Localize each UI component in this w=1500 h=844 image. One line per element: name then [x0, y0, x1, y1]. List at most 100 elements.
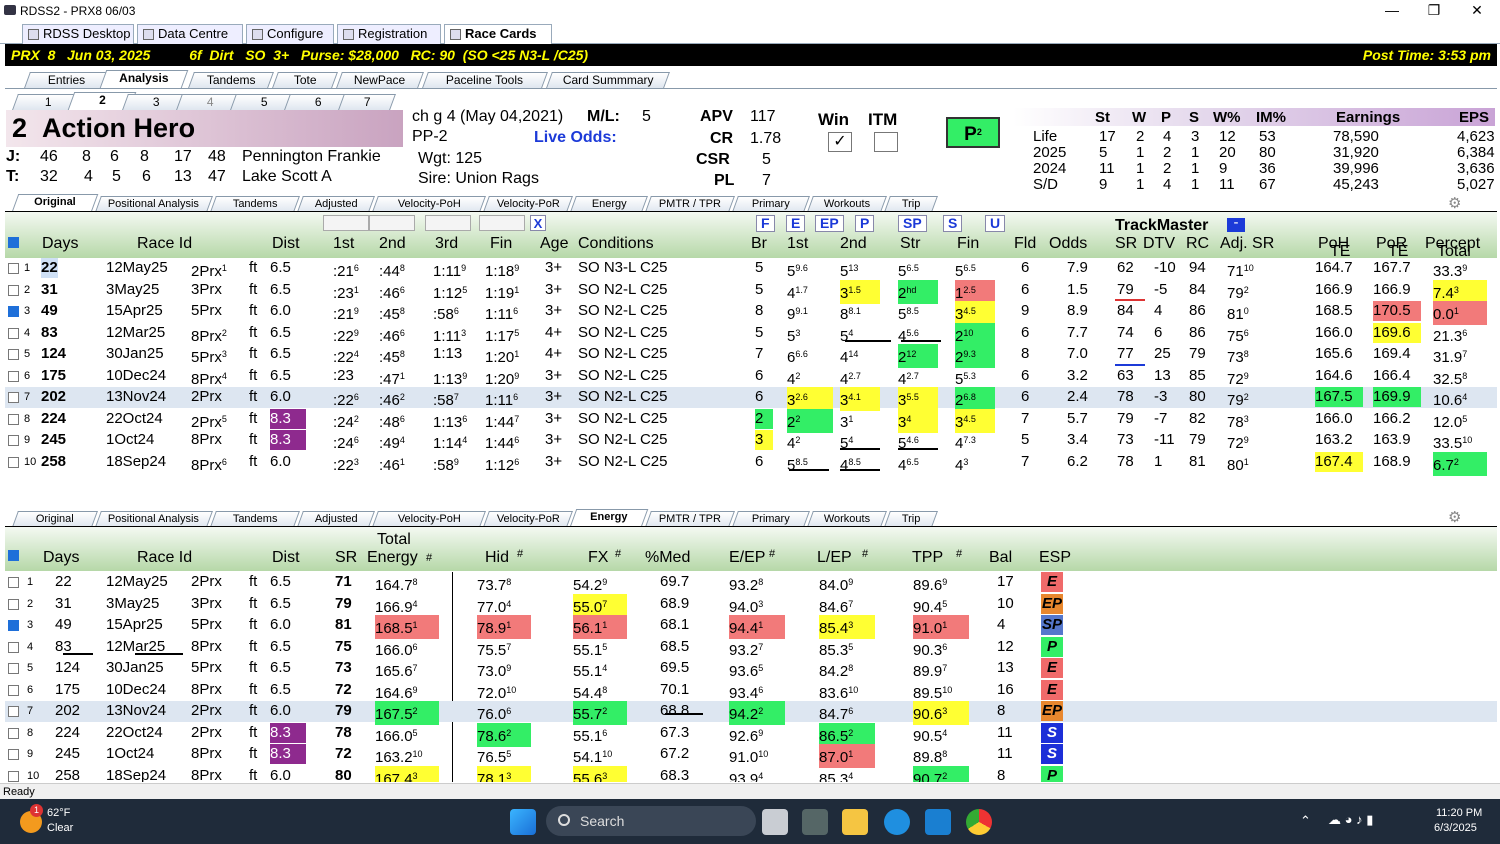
tab-adjusted[interactable]: Adjusted: [297, 511, 375, 527]
table-row[interactable]: 6 175 10Dec24 8Prx4 ft 6.5:23:471 1:139 1:209 3+…: [5, 366, 1497, 388]
table-row[interactable]: 10 258 18Sep24 8Prx6 ft 6.0:223:461:589 1:126 3…: [5, 451, 1497, 476]
table-row[interactable]: 3 49 15Apr25 5Prx ft 6.0 81 168.51 78.91 56.11 68.…: [5, 615, 1497, 639]
column-header-fx[interactable]: FX: [588, 548, 608, 568]
column-header-dist[interactable]: Dist: [272, 234, 300, 254]
tab-tandems[interactable]: Tandems: [210, 196, 300, 212]
close-icon[interactable]: ✕: [1455, 0, 1499, 22]
settings-gear-icon[interactable]: ⚙: [1448, 194, 1461, 212]
tab-newpace[interactable]: NewPace: [336, 72, 424, 88]
table-row[interactable]: 9 245 1Oct24 8Prx ft 8.3 72 163.210 76.55 54.110 6…: [5, 744, 1497, 768]
tab-tote[interactable]: Tote: [272, 72, 338, 88]
tab-registration[interactable]: Registration: [337, 24, 441, 44]
column-header-sr[interactable]: SR: [335, 548, 357, 568]
column-header-dtv[interactable]: DTV: [1143, 234, 1175, 254]
table-row[interactable]: 8 224 22Oct24 2Prx5 ft 8.3:242:486 1:136 1:447 3…: [5, 408, 1497, 433]
row-checkbox[interactable]: [8, 370, 19, 382]
column-header-rc[interactable]: RC: [1186, 234, 1209, 254]
table-row[interactable]: 7 202 13Nov24 2Prx ft 6.0:226:462:587 1:116 3+ S…: [5, 387, 1497, 411]
tab-original[interactable]: Original: [11, 194, 99, 212]
minimize-icon[interactable]: —: [1370, 0, 1414, 22]
tab-tandems[interactable]: Tandems: [188, 72, 274, 88]
row-checkbox[interactable]: [8, 727, 19, 739]
column-header-energy[interactable]: Energy: [367, 548, 418, 568]
win-checkbox[interactable]: ✓: [828, 132, 852, 152]
tab-workouts[interactable]: Workouts: [807, 196, 887, 212]
tab-workouts[interactable]: Workouts: [807, 511, 887, 527]
tab-adjusted[interactable]: Adjusted: [297, 196, 375, 212]
column-header-c3[interactable]: 3rd: [435, 234, 458, 254]
column-header-eep[interactable]: E/EP: [729, 548, 765, 568]
table-row[interactable]: 9 245 1Oct24 8Prx ft 8.3:246:494 1:144 1:446 3+ S…: [5, 430, 1497, 452]
help-icon[interactable]: [884, 809, 910, 835]
pace-filter-u[interactable]: U: [985, 215, 1006, 232]
tab-entries[interactable]: Entries: [24, 72, 110, 88]
row-checkbox[interactable]: [8, 684, 19, 696]
select-all-checkbox[interactable]: [8, 237, 19, 248]
app-mbp-icon[interactable]: [925, 809, 951, 835]
pace-filter-f[interactable]: F: [756, 215, 775, 232]
tab-trip[interactable]: Trip: [884, 511, 938, 527]
settings-gear-icon[interactable]: ⚙: [1448, 508, 1461, 526]
tab-velocity-poh[interactable]: Velocity-PoH: [372, 511, 486, 527]
filter-box[interactable]: [323, 215, 369, 231]
table-row[interactable]: 8 224 22Oct24 2Prx ft 8.3 78 166.05 78.62 55.16 67…: [5, 722, 1497, 747]
tab-energy[interactable]: Energy: [570, 196, 648, 212]
tab-trip[interactable]: Trip: [884, 196, 938, 212]
row-checkbox[interactable]: [8, 577, 19, 588]
column-header-bal[interactable]: Bal: [989, 548, 1012, 568]
task-view-icon[interactable]: [762, 809, 788, 835]
collapse-toggle[interactable]: -: [1227, 215, 1245, 232]
table-row[interactable]: 5 124 30Jan25 5Prx3 ft 6.5:224:458 1:13 1:201 4+…: [5, 344, 1497, 368]
column-header-days[interactable]: Days: [43, 548, 79, 568]
column-header-odds[interactable]: Odds: [1049, 234, 1087, 254]
tab-analysis[interactable]: Analysis: [99, 70, 189, 88]
tab-velocity-por[interactable]: Velocity-PoR: [483, 511, 573, 527]
windows-start-icon[interactable]: [510, 809, 536, 835]
column-header-tpp[interactable]: TPP: [912, 548, 943, 568]
row-checkbox[interactable]: [8, 620, 19, 631]
tab-race-cards[interactable]: Race Cards: [444, 24, 552, 45]
row-checkbox[interactable]: [8, 413, 19, 425]
column-header-dist[interactable]: Dist: [272, 548, 300, 568]
tab-configure[interactable]: Configure: [246, 24, 334, 44]
table-row[interactable]: 1 22 12May25 2Prx ft 6.5 71 164.78 73.78 54.29 69.…: [5, 572, 1497, 594]
table-row[interactable]: 4 83 12Mar25 8Prx ft 6.5 75 166.06 75.57 55.15 68.…: [5, 636, 1497, 659]
column-header-fin[interactable]: Fin: [490, 234, 512, 254]
tab-energy[interactable]: Energy: [569, 509, 649, 527]
row-checkbox[interactable]: [8, 770, 19, 782]
tab-paceline-tools[interactable]: Paceline Tools: [422, 72, 548, 88]
filter-box[interactable]: [479, 215, 525, 231]
column-header-pfin[interactable]: Fin: [957, 234, 979, 254]
column-header-str[interactable]: Str: [900, 234, 920, 254]
tab-original[interactable]: Original: [12, 511, 98, 527]
column-header-race[interactable]: Race Id: [137, 234, 192, 254]
column-header-c2[interactable]: 2nd: [379, 234, 406, 254]
column-header-sr[interactable]: SR: [1115, 234, 1137, 254]
tab-card-summary[interactable]: Card Summmary: [546, 72, 670, 88]
pace-filter-ep[interactable]: EP: [815, 215, 844, 232]
column-header-med[interactable]: %Med: [645, 548, 690, 568]
table-row[interactable]: 7 202 13Nov24 2Prx ft 6.0 79 167.52 76.06 55.72 68…: [5, 701, 1497, 725]
tab-velocity-por[interactable]: Velocity-PoR: [483, 196, 573, 212]
column-header-p2[interactable]: 2nd: [840, 234, 867, 254]
column-header-cond[interactable]: Conditions: [578, 234, 654, 254]
column-header-hid[interactable]: Hid: [485, 548, 509, 568]
table-row[interactable]: 5 124 30Jan25 5Prx ft 6.5 73 165.67 73.09 55.14 69…: [5, 658, 1497, 680]
column-header-days[interactable]: Days: [42, 234, 78, 254]
pace-filter-sp[interactable]: SP: [898, 215, 927, 232]
horse-tab-7[interactable]: 7: [338, 94, 396, 110]
itm-checkbox[interactable]: [874, 132, 898, 152]
table-row[interactable]: 6 175 10Dec24 8Prx ft 6.5 72 164.69 72.010 54.48 7…: [5, 679, 1497, 702]
row-checkbox[interactable]: [8, 306, 19, 317]
table-row[interactable]: 2 31 3May25 3Prx ft 6.5:231:466 1:125 1:191 3+ SO…: [5, 279, 1497, 304]
tab-rdss-desktop[interactable]: RDSS Desktop: [22, 24, 134, 44]
column-header-esp[interactable]: ESP: [1039, 548, 1071, 568]
clear-filter-button[interactable]: X: [530, 215, 546, 231]
row-checkbox[interactable]: [8, 327, 19, 339]
row-checkbox[interactable]: [8, 435, 19, 446]
pace-filter-s[interactable]: S: [943, 215, 963, 232]
column-header-c1[interactable]: 1st: [333, 234, 354, 254]
tab-tandems[interactable]: Tandems: [210, 511, 300, 527]
tab-primary[interactable]: Primary: [732, 196, 810, 212]
column-header-p1[interactable]: 1st: [787, 234, 808, 254]
